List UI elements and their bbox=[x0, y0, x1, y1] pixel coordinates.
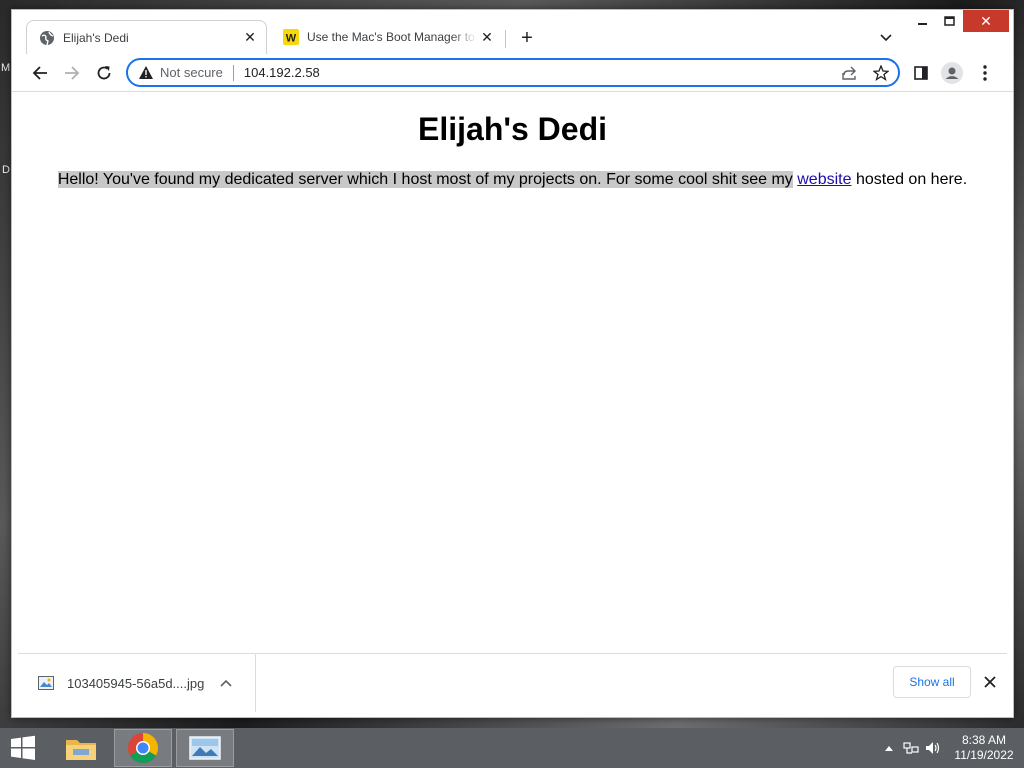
desktop-icon-label: D bbox=[2, 164, 10, 176]
reload-icon[interactable] bbox=[90, 59, 118, 87]
url-text[interactable]: 104.192.2.58 bbox=[244, 65, 320, 80]
network-icon[interactable] bbox=[900, 737, 922, 759]
website-link[interactable]: website bbox=[797, 171, 851, 188]
security-label[interactable]: Not secure bbox=[160, 65, 223, 80]
lifewire-icon: W bbox=[283, 29, 299, 45]
clock[interactable]: 8:38 AM 11/19/2022 bbox=[944, 733, 1024, 763]
chevron-up-icon[interactable] bbox=[218, 675, 234, 691]
photos-taskbar-icon[interactable] bbox=[176, 729, 234, 767]
file-explorer-icon[interactable] bbox=[52, 729, 110, 767]
svg-text:W: W bbox=[286, 33, 297, 45]
tab-elijahs-dedi[interactable]: Elijah's Dedi ✕ bbox=[26, 20, 267, 54]
clock-time: 8:38 AM bbox=[961, 733, 1007, 747]
clock-date: 11/19/2022 bbox=[954, 748, 1014, 762]
taskbar: 8:38 AM 11/19/2022 bbox=[0, 728, 1024, 768]
download-bar-close-icon[interactable] bbox=[980, 672, 1000, 692]
tab-search-chevron-icon[interactable] bbox=[874, 26, 898, 50]
minimize-icon[interactable] bbox=[909, 10, 936, 32]
bookmark-star-icon[interactable] bbox=[870, 63, 892, 83]
show-all-button[interactable]: Show all bbox=[893, 666, 971, 698]
kebab-menu-icon[interactable] bbox=[971, 59, 999, 87]
address-divider bbox=[232, 64, 234, 81]
share-icon[interactable] bbox=[838, 63, 860, 83]
address-bar[interactable]: Not secure 104.192.2.58 bbox=[126, 58, 900, 87]
back-arrow-icon[interactable] bbox=[26, 59, 54, 87]
tray-expand-icon[interactable] bbox=[878, 737, 900, 759]
image-file-icon bbox=[38, 676, 54, 690]
window-close-icon[interactable]: ✕ bbox=[963, 10, 1009, 32]
download-file-name: 103405945-56a5d....jpg bbox=[67, 675, 205, 691]
tab-title: Use the Mac's Boot Manager to b bbox=[307, 30, 477, 44]
page-content: Elijah's Dedi Hello! You've found my ded… bbox=[18, 93, 1007, 653]
desktop-icon-label: M bbox=[1, 62, 11, 74]
volume-icon[interactable] bbox=[922, 737, 944, 759]
forward-arrow-icon[interactable] bbox=[58, 59, 86, 87]
system-tray: 8:38 AM 11/19/2022 bbox=[878, 728, 1024, 768]
browser-toolbar: Not secure 104.192.2.58 bbox=[12, 54, 1013, 92]
profile-avatar-icon[interactable] bbox=[938, 59, 966, 87]
tab-close-icon[interactable]: ✕ bbox=[240, 28, 260, 48]
warning-icon[interactable] bbox=[138, 65, 154, 81]
globe-icon bbox=[39, 30, 55, 46]
new-tab-plus-icon[interactable]: + bbox=[515, 26, 539, 50]
maximize-icon[interactable] bbox=[936, 10, 963, 32]
chrome-taskbar-icon[interactable] bbox=[114, 729, 172, 767]
windows-start-icon[interactable] bbox=[6, 734, 40, 762]
download-bar: 103405945-56a5d....jpg Show all bbox=[18, 653, 1007, 712]
side-panel-icon[interactable] bbox=[907, 59, 935, 87]
tab-strip: Elijah's Dedi ✕ W Use the Mac's Boot Man… bbox=[12, 10, 1013, 54]
tab-title: Elijah's Dedi bbox=[63, 30, 129, 45]
page-heading: Elijah's Dedi bbox=[418, 111, 607, 147]
download-item[interactable]: 103405945-56a5d....jpg bbox=[18, 654, 256, 712]
selected-text: Hello! You've found my dedicated server … bbox=[57, 171, 793, 188]
browser-window: Elijah's Dedi ✕ W Use the Mac's Boot Man… bbox=[11, 9, 1014, 718]
tab-close-icon[interactable]: ✕ bbox=[477, 27, 497, 47]
paragraph-tail: hosted on here. bbox=[851, 171, 968, 188]
tab-mac-boot-manager[interactable]: W Use the Mac's Boot Manager to b ✕ bbox=[271, 20, 503, 54]
tab-separator bbox=[505, 30, 506, 48]
page-paragraph: Hello! You've found my dedicated server … bbox=[18, 171, 1007, 189]
